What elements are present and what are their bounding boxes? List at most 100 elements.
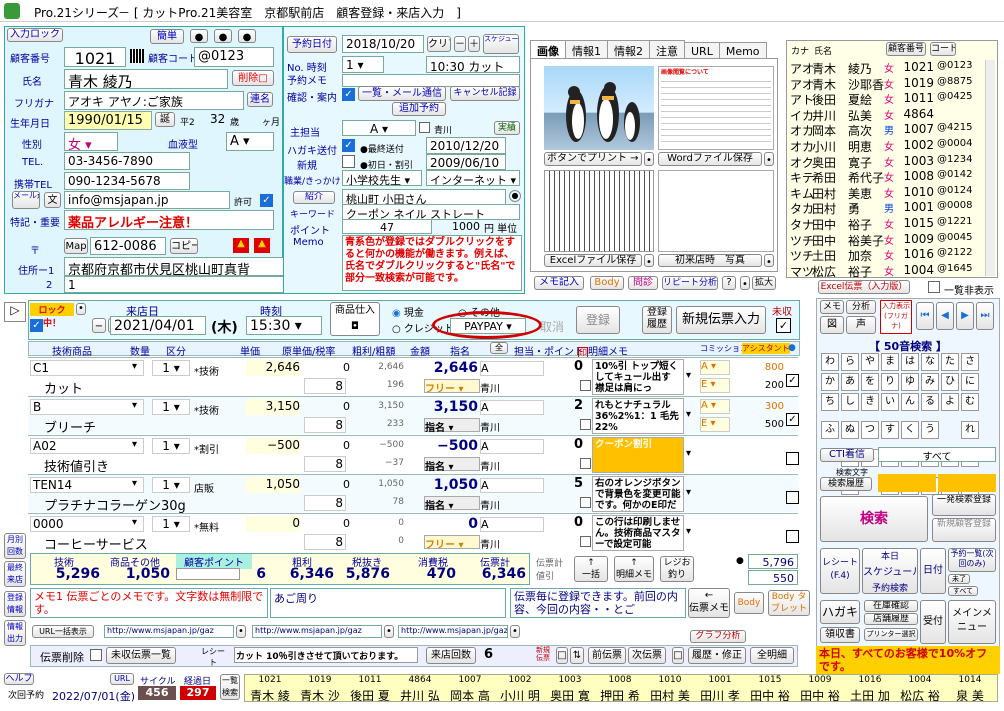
prev-slip-button[interactable]: 前伝票: [588, 647, 626, 664]
info-output-button[interactable]: 情報出力: [4, 620, 26, 646]
nominate-all-button[interactable]: 全: [490, 342, 508, 354]
intro-field[interactable]: 桃山町 小田さん: [342, 189, 506, 205]
customer-code-field[interactable]: @0123: [194, 47, 274, 67]
ticker-customer[interactable]: 1003 奥田 寛: [545, 675, 595, 701]
quick-search-button[interactable]: 一覧検索: [220, 674, 240, 700]
schedule-register-button[interactable]: スケジュール登録: [483, 34, 519, 54]
print-checkbox[interactable]: [580, 497, 591, 508]
qty-select[interactable]: 1 ▾: [152, 516, 190, 532]
trigger-select[interactable]: インターネット ▾: [426, 170, 520, 186]
staff-checkbox[interactable]: [419, 122, 430, 133]
kana-key[interactable]: さ: [961, 353, 979, 371]
right-memo-button[interactable]: メモ: [820, 300, 844, 314]
customer-list-row[interactable]: アオ 青木 綾乃女 1021 @0123: [790, 60, 982, 76]
customer-list-scrollbar[interactable]: [985, 60, 995, 276]
detail-memo-button[interactable]: ↑ 明細メモ: [614, 556, 654, 582]
customer-list-row[interactable]: オク 奥田 寛子女 1003 @1234: [790, 154, 982, 170]
view-toggle-3-icon[interactable]: ●: [238, 29, 256, 43]
memo2-field[interactable]: 青系色が登録ではダブルクリックをすると何かの機能が働きます。例えば、氏名でダブル…: [342, 235, 522, 291]
dropdown-icon[interactable]: ▾: [132, 400, 137, 411]
qty-select[interactable]: 1 ▾: [152, 360, 190, 376]
registration-info-button[interactable]: 登録情報: [4, 591, 26, 617]
customer-list-row[interactable]: アオ 青木 沙耶香女 1019 @8875: [790, 76, 982, 92]
customer-list-row[interactable]: キテ 希田 希代子女 1008 @0142: [790, 169, 982, 185]
zoom-button[interactable]: 拡大: [752, 276, 776, 290]
kana-key[interactable]: い: [881, 393, 899, 411]
cash-received-field[interactable]: 5,796: [748, 554, 798, 569]
excel-menu-button[interactable]: •: [644, 254, 654, 267]
confirm-checkbox[interactable]: ✓: [342, 88, 355, 101]
birthday-button[interactable]: 誕: [155, 112, 175, 127]
ticker-customer[interactable]: 1019 青木 沙: [295, 675, 345, 701]
ticker-customer[interactable]: 1004 松広 裕: [895, 675, 945, 701]
print-checkbox[interactable]: [580, 458, 591, 469]
keyword-field[interactable]: クーポン ネイル ストレート: [342, 204, 520, 220]
item-code-select[interactable]: TEN14: [30, 477, 144, 493]
kana-key[interactable]: や: [861, 353, 879, 371]
qty-select[interactable]: 1 ▾: [152, 438, 190, 454]
slip-row[interactable]: C1 ▾ カット 1 ▾ *技術 2,646 8 0 2,646 196 2,646 フリー ▾ A 青川…: [28, 357, 799, 397]
warning-up-icon[interactable]: ▲: [233, 238, 249, 253]
qty-select[interactable]: 1 ▾: [152, 399, 190, 415]
help-button[interactable]: ?: [722, 276, 736, 290]
cti-button[interactable]: CTI着信: [820, 448, 874, 462]
staff-select[interactable]: A: [480, 517, 544, 532]
ticker-customer[interactable]: 1009 田中 裕: [795, 675, 845, 701]
slip-row[interactable]: B ▾ ブリーチ 1 ▾ *技術 3,150 8 0 3,150 233 3,150 指名 ▾ A 青川 2…: [28, 396, 799, 436]
mail-text-button[interactable]: 文: [44, 192, 61, 208]
row-checkbox[interactable]: ✓: [786, 374, 799, 387]
price-field[interactable]: 3,150: [246, 399, 300, 415]
history-edit-button[interactable]: 履歴・修正: [688, 647, 746, 664]
body-slip-button[interactable]: Body: [734, 592, 764, 614]
customer-list-row[interactable]: タカ 田村 勇 男 1001 @0008: [790, 200, 982, 216]
item-code-select[interactable]: A02: [30, 438, 144, 454]
row-checkbox[interactable]: [786, 491, 799, 504]
date-minus-slip-button[interactable]: −: [92, 318, 106, 333]
slip-menu-button[interactable]: •: [76, 303, 86, 315]
mobile-field[interactable]: 090-1234-5678: [64, 172, 190, 190]
ticker-customer[interactable]: 1008 押田 希: [595, 675, 645, 701]
kana-key[interactable]: れ: [961, 421, 979, 439]
cancel-record-button[interactable]: キャンセル記録: [450, 86, 520, 101]
customer-list-row[interactable]: ツチ 土田 加奈女 1016 @2122: [790, 247, 982, 263]
kana-key[interactable]: な: [921, 353, 939, 371]
excel-save-button[interactable]: Excelファイル保存: [544, 254, 642, 267]
cti-filter-field[interactable]: すべて: [878, 447, 996, 462]
commission-staff-select[interactable]: A ▾: [700, 399, 730, 414]
store-history-button[interactable]: 店舗履歴: [864, 613, 918, 625]
url3-field[interactable]: http://www.msjapan.jp/gaz: [398, 625, 508, 638]
right-analysis-button[interactable]: 分析: [846, 300, 876, 314]
copy-address-button[interactable]: コピー: [170, 238, 198, 254]
memo-dropdown-icon[interactable]: ▾: [686, 409, 698, 420]
staff-select[interactable]: A: [480, 361, 544, 376]
ticker-customer[interactable]: 1014 泉 美: [945, 675, 995, 701]
tax-rate-field[interactable]: 8: [304, 378, 346, 394]
mail-send-button[interactable]: メール送信: [12, 191, 40, 209]
next-record-icon[interactable]: ▶: [956, 302, 974, 330]
price-field[interactable]: 2,646: [246, 360, 300, 376]
delete-customer-button[interactable]: 削除□: [232, 70, 274, 86]
print-checkbox[interactable]: [580, 380, 591, 391]
kana-key[interactable]: す: [881, 421, 899, 439]
memo-dropdown-icon[interactable]: ▾: [686, 370, 698, 381]
receipt-print-button[interactable]: レシート(F.4): [820, 548, 860, 594]
new-slip-button[interactable]: 新規伝票入力: [676, 306, 766, 334]
warning-down-icon[interactable]: ▲: [254, 238, 270, 253]
dropdown-icon[interactable]: ▾: [132, 439, 137, 450]
intro-radio[interactable]: ●: [509, 190, 521, 202]
tax-rate-field[interactable]: 8: [304, 417, 346, 433]
kana-key[interactable]: く: [901, 421, 919, 439]
url-button[interactable]: URL: [110, 673, 134, 685]
mail-list-button[interactable]: 一覧・メール通信: [358, 86, 446, 101]
detail-memo-field[interactable]: 右のオレンジボタンで背景色を変更可能です。何かのE印だけにご使用に: [592, 476, 684, 512]
excel-slip-button[interactable]: Excel伝票（入力版）: [818, 280, 910, 294]
kana-key[interactable]: ぬ: [841, 421, 859, 439]
kana-key[interactable]: ゆ: [901, 373, 919, 391]
body-tablet-button[interactable]: Body タブレット: [768, 590, 810, 616]
excel-preview[interactable]: [544, 170, 654, 252]
reserve-no-select[interactable]: 1 ▾: [342, 56, 384, 73]
visit-count-button[interactable]: 来店回数: [426, 647, 476, 664]
intro-button[interactable]: 紹介: [293, 191, 335, 204]
nominate-select[interactable]: フリー ▾: [424, 535, 480, 551]
search-input-1[interactable]: [878, 474, 936, 492]
